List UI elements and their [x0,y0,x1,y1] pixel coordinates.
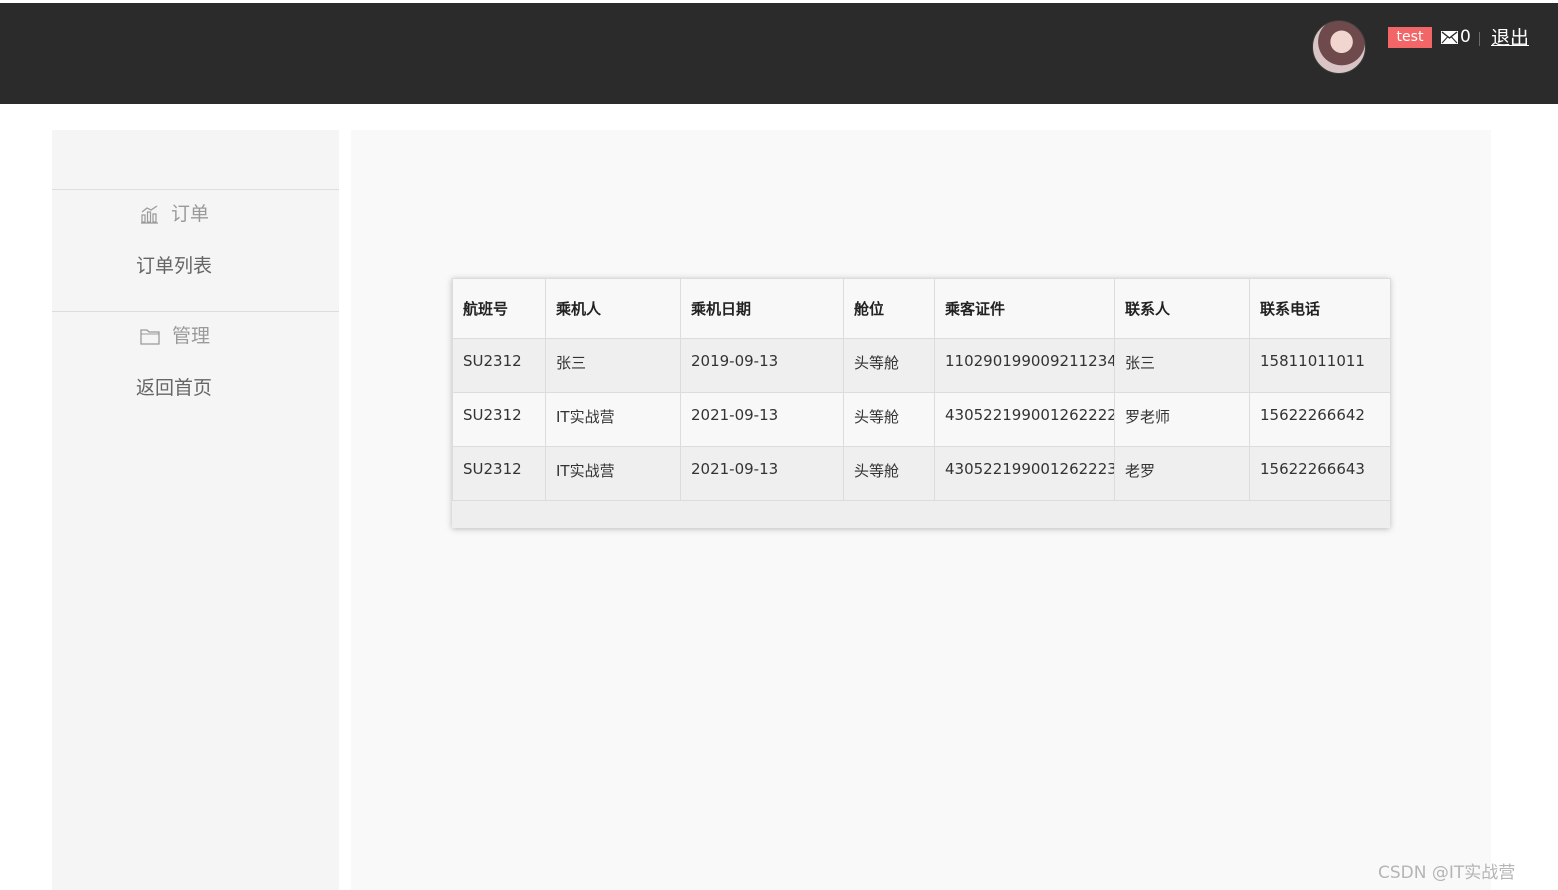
table-cell: 2021-09-13 [680,392,844,447]
table-cell: SU2312 [452,392,546,447]
table-cell: 2021-09-13 [680,446,844,501]
table-cell: 张三 [545,338,681,393]
column-header: 舱位 [843,278,935,339]
sidebar-group-orders[interactable]: 订单 [140,202,209,226]
table-cell: 罗老师 [1114,392,1250,447]
header-divider [1479,32,1480,46]
message-count[interactable]: 0 [1460,27,1471,48]
table-row: SU2312 IT实战营 2021-09-13 头等舱 430522199001… [452,446,1391,501]
column-header: 联系电话 [1249,278,1391,339]
sidebar-item-home[interactable]: 返回首页 [136,376,212,400]
column-header: 航班号 [452,278,546,339]
sidebar-group-label: 订单 [171,203,210,225]
orders-table: 航班号 乘机人 乘机日期 舱位 乘客证件 联系人 联系电话 SU2312 张三 … [452,278,1391,501]
table-row: SU2312 张三 2019-09-13 头等舱 110290199009211… [452,338,1391,393]
watermark: CSDN @IT实战营 [1378,863,1516,883]
table-cell: 430522199001262222 [934,392,1115,447]
table-row: SU2312 IT实战营 2021-09-13 头等舱 430522199001… [452,392,1391,447]
column-header: 乘机人 [545,278,681,339]
table-cell: 头等舱 [843,338,935,393]
table-cell: SU2312 [452,338,546,393]
username-badge[interactable]: test [1388,27,1432,48]
sidebar [52,130,339,890]
table-cell: 2019-09-13 [680,338,844,393]
table-cell: 430522199001262223 [934,446,1115,501]
table-cell: 头等舱 [843,392,935,447]
table-cell: 头等舱 [843,446,935,501]
table-cell: 老罗 [1114,446,1250,501]
sidebar-group-manage[interactable]: 管理 [140,324,210,348]
column-header: 乘客证件 [934,278,1115,339]
folder-icon [140,328,160,345]
chart-icon [141,205,158,224]
sidebar-divider [52,311,339,312]
orders-table-card: 航班号 乘机人 乘机日期 舱位 乘客证件 联系人 联系电话 SU2312 张三 … [452,278,1391,528]
sidebar-group-label: 管理 [172,325,211,347]
sidebar-divider [52,189,339,190]
table-cell: 15811011011 [1249,338,1391,393]
sidebar-item-order-list[interactable]: 订单列表 [136,254,212,278]
logout-link[interactable]: 退出 [1491,26,1529,50]
column-header: 乘机日期 [680,278,844,339]
user-avatar[interactable] [1312,20,1366,74]
column-header: 联系人 [1114,278,1250,339]
table-cell: IT实战营 [545,392,681,447]
table-cell: SU2312 [452,446,546,501]
table-cell: 110290199009211234 [934,338,1115,393]
table-header-row: 航班号 乘机人 乘机日期 舱位 乘客证件 联系人 联系电话 [452,278,1391,339]
table-cell: 15622266642 [1249,392,1391,447]
mail-icon[interactable] [1441,31,1458,44]
table-cell: 15622266643 [1249,446,1391,501]
table-cell: 张三 [1114,338,1250,393]
table-cell: IT实战营 [545,446,681,501]
